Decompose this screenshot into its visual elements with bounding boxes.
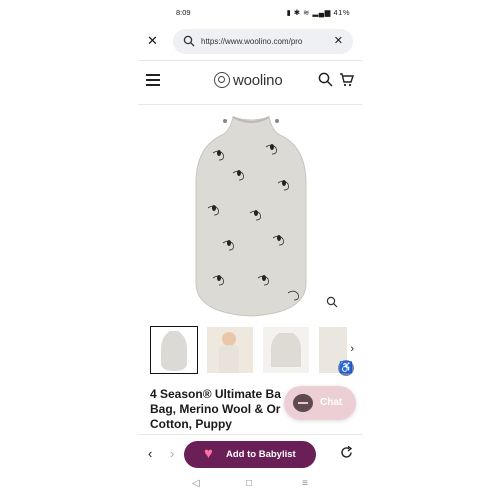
nav-home-icon[interactable]: □ xyxy=(246,478,252,489)
add-to-babylist-button[interactable]: ♥ Add to Babylist xyxy=(184,441,316,468)
chevron-right-icon[interactable]: › xyxy=(350,343,354,355)
forward-icon[interactable]: › xyxy=(170,446,174,461)
search-icon[interactable] xyxy=(318,72,333,87)
chat-button[interactable]: Chat xyxy=(284,386,356,420)
search-icon xyxy=(183,35,195,47)
system-nav-bar: ◁ □ ≡ xyxy=(138,478,362,494)
url-field[interactable]: https://www.woolino.com/pro ✕ xyxy=(173,29,353,54)
clear-icon[interactable]: ✕ xyxy=(334,34,343,47)
add-to-babylist-label: Add to Babylist xyxy=(226,449,296,460)
thumbnail-1[interactable] xyxy=(150,326,198,374)
zoom-icon[interactable] xyxy=(326,296,338,308)
accessibility-icon[interactable]: ♿ xyxy=(338,360,354,376)
divider xyxy=(138,60,362,61)
heart-icon: ♥ xyxy=(204,445,213,462)
nav-recents-icon[interactable]: ≡ xyxy=(302,478,308,489)
thumbnail-strip xyxy=(150,326,362,377)
battery-level: 41% xyxy=(333,8,350,17)
chat-bubble-icon xyxy=(293,394,313,412)
phone-screen: 8:09 ▮ ✱ ≋ ▂▄▆ 41% ✕ https://www.woolino… xyxy=(138,0,362,500)
brand-name: woolino xyxy=(233,71,283,89)
thumbnail-2[interactable] xyxy=(207,327,253,373)
brand-logo[interactable]: woolino xyxy=(214,71,283,89)
status-icons: ▮ ✱ ≋ ▂▄▆ 41% xyxy=(287,8,350,17)
status-bar: 8:09 ▮ ✱ ≋ ▂▄▆ 41% xyxy=(138,6,362,20)
site-header: woolino xyxy=(138,64,362,98)
hamburger-icon[interactable] xyxy=(146,74,160,86)
thumbnail-3[interactable] xyxy=(263,327,309,373)
header-icons xyxy=(318,72,354,87)
close-icon[interactable]: ✕ xyxy=(147,34,158,47)
cart-icon[interactable] xyxy=(339,72,354,87)
browser-url-bar: ✕ https://www.woolino.com/pro ✕ xyxy=(138,26,362,58)
reload-icon[interactable] xyxy=(339,445,354,460)
nav-back-icon[interactable]: ◁ xyxy=(192,478,200,489)
babylist-bottom-bar: ‹ › ♥ Add to Babylist xyxy=(138,436,362,474)
status-time: 8:09 xyxy=(176,8,191,17)
chat-label: Chat xyxy=(320,397,343,408)
divider xyxy=(138,434,362,435)
product-image[interactable] xyxy=(178,113,324,318)
url-text: https://www.woolino.com/pro xyxy=(201,37,303,46)
back-icon[interactable]: ‹ xyxy=(148,446,152,461)
divider xyxy=(138,104,362,105)
logo-mark-icon xyxy=(214,72,230,88)
signal-icon: ▮ ✱ ≋ ▂▄▆ xyxy=(286,8,334,17)
